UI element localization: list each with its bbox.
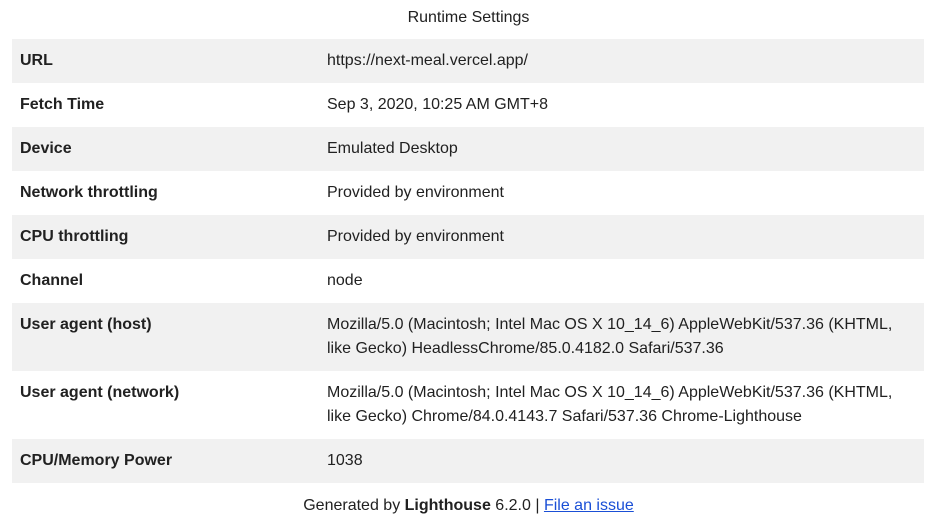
table-row: Channel node — [12, 259, 924, 303]
row-value: Sep 3, 2020, 10:25 AM GMT+8 — [327, 96, 549, 113]
table-row: User agent (host) Mozilla/5.0 (Macintosh… — [12, 303, 924, 371]
row-label: Fetch Time — [20, 96, 105, 113]
table-row: Fetch Time Sep 3, 2020, 10:25 AM GMT+8 — [12, 83, 924, 127]
footer-prefix: Generated by — [303, 497, 405, 514]
row-value: node — [327, 272, 363, 289]
row-label: URL — [20, 52, 53, 69]
row-label: User agent (host) — [20, 316, 152, 333]
row-value: Mozilla/5.0 (Macintosh; Intel Mac OS X 1… — [327, 316, 893, 357]
runtime-settings-page: Runtime Settings URL https://next-meal.v… — [0, 0, 937, 525]
table-row: Device Emulated Desktop — [12, 127, 924, 171]
row-label: Network throttling — [20, 184, 158, 201]
table-row: User agent (network) Mozilla/5.0 (Macint… — [12, 371, 924, 439]
row-value: Provided by environment — [327, 228, 504, 245]
file-issue-link[interactable]: File an issue — [544, 497, 634, 514]
table-row: Network throttling Provided by environme… — [12, 171, 924, 215]
table-row: URL https://next-meal.vercel.app/ — [12, 39, 924, 83]
row-value: Provided by environment — [327, 184, 504, 201]
row-label: CPU throttling — [20, 228, 129, 245]
row-value: Emulated Desktop — [327, 140, 458, 157]
row-label: Device — [20, 140, 72, 157]
footer-product-name: Lighthouse — [404, 497, 491, 514]
row-label: Channel — [20, 272, 84, 289]
row-label: CPU/Memory Power — [20, 452, 173, 469]
row-label: User agent (network) — [20, 384, 180, 401]
footer-version: 6.2.0 | — [490, 497, 544, 514]
section-title: Runtime Settings — [407, 9, 530, 26]
report-footer: Generated by Lighthouse 6.2.0 | File an … — [0, 496, 937, 516]
table-row: CPU/Memory Power 1038 — [12, 439, 924, 483]
row-value: 1038 — [327, 452, 363, 469]
row-value: Mozilla/5.0 (Macintosh; Intel Mac OS X 1… — [327, 384, 893, 425]
row-value: https://next-meal.vercel.app/ — [327, 52, 528, 69]
runtime-settings-table: URL https://next-meal.vercel.app/ Fetch … — [12, 39, 924, 483]
table-row: CPU throttling Provided by environment — [12, 215, 924, 259]
